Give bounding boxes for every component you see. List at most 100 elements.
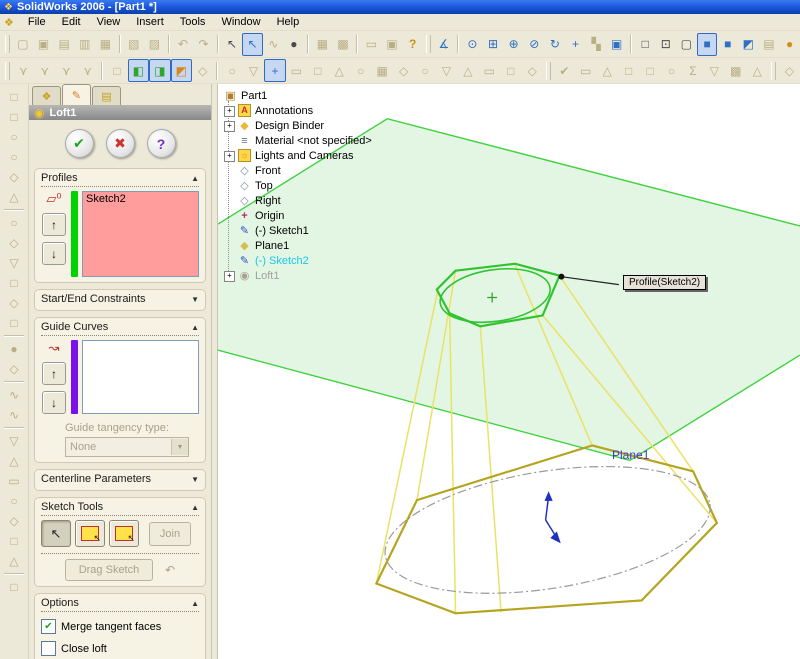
fillet-button[interactable]: ○ — [221, 59, 242, 82]
spell-check-button[interactable]: ✔ — [554, 59, 575, 82]
hole-wizard-button[interactable]: ○ — [350, 59, 371, 82]
close-loft-checkbox[interactable] — [41, 641, 56, 656]
undo-button[interactable]: ↶ — [173, 33, 194, 56]
tree-item-plane1[interactable]: ◆ Plane1 — [224, 238, 372, 253]
shaded-button[interactable]: ■ — [717, 33, 738, 56]
profiles-group-header[interactable]: Profiles ▲ — [41, 172, 199, 187]
combo-arrow-icon[interactable]: ▼ — [171, 439, 188, 455]
redo-button[interactable]: ↷ — [193, 33, 214, 56]
side-tool-12[interactable]: □ — [3, 313, 25, 333]
menu-file[interactable]: File — [20, 15, 54, 29]
filter-off-button[interactable]: ⋎ — [77, 59, 98, 82]
zoom-area-button[interactable]: ⊞ — [483, 33, 504, 56]
standard-views-button[interactable]: ▣ — [606, 33, 627, 56]
loft-button[interactable]: ◩ — [171, 59, 192, 82]
dome-button[interactable]: ○ — [414, 59, 435, 82]
make-assembly-button[interactable]: ▦ — [95, 33, 116, 56]
guide-tangency-select[interactable]: None ▼ — [65, 437, 189, 457]
section-properties-button[interactable]: □ — [618, 59, 639, 82]
side-tool-3[interactable]: ○ — [3, 127, 25, 147]
flex-button[interactable]: ▭ — [479, 59, 500, 82]
menu-window[interactable]: Window — [213, 15, 268, 29]
rotate-view-button[interactable]: ↻ — [545, 33, 566, 56]
tree-item-design-binder[interactable]: + ◆ Design Binder — [224, 118, 372, 133]
side-tool-5[interactable]: ◇ — [3, 167, 25, 187]
guide-curves-header[interactable]: Guide Curves ▲ — [41, 321, 199, 336]
save-button[interactable]: ▤ — [54, 33, 75, 56]
tree-item-loft1[interactable]: + ◉ Loft1 — [224, 268, 372, 283]
tree-item-origin[interactable]: + Origin — [224, 208, 372, 223]
side-tool-20[interactable]: ○ — [3, 491, 25, 511]
tree-item-material[interactable]: ≡ Material <not specified> — [224, 133, 372, 148]
side-tool-21[interactable]: ◇ — [3, 511, 25, 531]
menu-tools[interactable]: Tools — [172, 15, 214, 29]
menu-insert[interactable]: Insert — [128, 15, 172, 29]
expand-box[interactable]: + — [224, 121, 235, 132]
filter-faces-button[interactable]: ⋎ — [56, 59, 77, 82]
pan-button[interactable]: + — [565, 33, 586, 56]
merge-tangent-faces-checkbox[interactable]: ✔ — [41, 619, 56, 634]
join-button[interactable]: Join — [149, 522, 191, 546]
collapse-arrow-icon[interactable]: ▲ — [191, 174, 199, 183]
make-drawing-button[interactable]: ▥ — [74, 33, 95, 56]
side-tool-19[interactable]: ▭ — [3, 471, 25, 491]
surface-tool-button[interactable]: ◇ — [779, 59, 800, 82]
filter-edges-button[interactable]: ⋎ — [34, 59, 55, 82]
menu-view[interactable]: View — [89, 15, 129, 29]
start-end-constraints-header[interactable]: Start/End Constraints ▼ — [41, 293, 199, 305]
shell-button[interactable]: □ — [307, 59, 328, 82]
side-tool-6[interactable]: △ — [3, 187, 25, 207]
options-button[interactable]: ▽ — [704, 59, 725, 82]
wireframe-button[interactable]: □ — [635, 33, 656, 56]
check-document-button[interactable]: □ — [639, 59, 660, 82]
side-tool-11[interactable]: ◇ — [3, 293, 25, 313]
collapse-arrow-icon[interactable]: ▲ — [191, 599, 199, 608]
expand-arrow-icon[interactable]: ▼ — [191, 295, 199, 304]
side-tool-1[interactable]: □ — [3, 87, 25, 107]
open-button[interactable]: ▣ — [33, 33, 54, 56]
shape-button[interactable]: ▽ — [436, 59, 457, 82]
sketch1-ellipse[interactable] — [376, 446, 719, 613]
expand-arrow-icon[interactable]: ▼ — [191, 475, 199, 484]
tab-propertymanager[interactable]: ✎ — [62, 84, 91, 105]
zoom-fit-button[interactable]: ⊙ — [462, 33, 483, 56]
shadows-button[interactable]: ◩ — [738, 33, 759, 56]
move-guide-up-button[interactable]: ↑ — [42, 362, 66, 385]
tree-item-part1[interactable]: ▣ Part1 — [224, 88, 372, 103]
external-references-button[interactable]: △ — [747, 59, 768, 82]
side-tool-22[interactable]: □ — [3, 531, 25, 551]
design-check-button[interactable]: ○ — [661, 59, 682, 82]
sketch-tools-header[interactable]: Sketch Tools ▲ — [41, 501, 199, 516]
expand-box[interactable]: + — [224, 271, 235, 282]
tree-item-sketch2[interactable]: ✎ (-) Sketch2 — [224, 253, 372, 268]
hidden-lines-removed-button[interactable]: ▢ — [676, 33, 697, 56]
move-profile-down-button[interactable]: ↓ — [42, 242, 66, 265]
centerline-parameters-header[interactable]: Centerline Parameters ▼ — [41, 473, 199, 485]
draft-button[interactable]: △ — [329, 59, 350, 82]
expand-box[interactable]: + — [224, 106, 235, 117]
chamfer-button[interactable]: ▽ — [243, 59, 264, 82]
move-sketch-tool-button[interactable]: ↖ — [109, 520, 139, 547]
side-tool-7[interactable]: ○ — [3, 213, 25, 233]
cancel-button[interactable]: ✖ — [106, 129, 135, 158]
drag-sketch-tool-button[interactable]: ↖ — [75, 520, 105, 547]
side-tool-16[interactable]: ∿ — [3, 405, 25, 425]
side-tool-9[interactable]: ▽ — [3, 253, 25, 273]
side-tool-15[interactable]: ∿ — [3, 385, 25, 405]
grid-button[interactable]: ▦ — [312, 33, 333, 56]
material-ball-button[interactable]: ● — [779, 33, 800, 56]
side-tool-10[interactable]: □ — [3, 273, 25, 293]
redraw-button[interactable]: ▚ — [586, 33, 607, 56]
point-tool-button[interactable]: ● — [284, 33, 305, 56]
select-sketch-tool-button[interactable]: ↖ — [41, 520, 71, 547]
side-tool-23[interactable]: △ — [3, 551, 25, 571]
help-round-button[interactable]: ? — [147, 129, 176, 158]
mirror-button[interactable]: ◇ — [393, 59, 414, 82]
drag-sketch-button[interactable]: Drag Sketch — [65, 559, 153, 581]
guide-curves-list[interactable] — [82, 340, 199, 414]
section-view-button[interactable]: ▤ — [759, 33, 780, 56]
ok-button[interactable]: ✔ — [65, 129, 94, 158]
new-button[interactable]: ▢ — [13, 33, 34, 56]
mass-properties-button[interactable]: △ — [596, 59, 617, 82]
side-tool-2[interactable]: □ — [3, 107, 25, 127]
